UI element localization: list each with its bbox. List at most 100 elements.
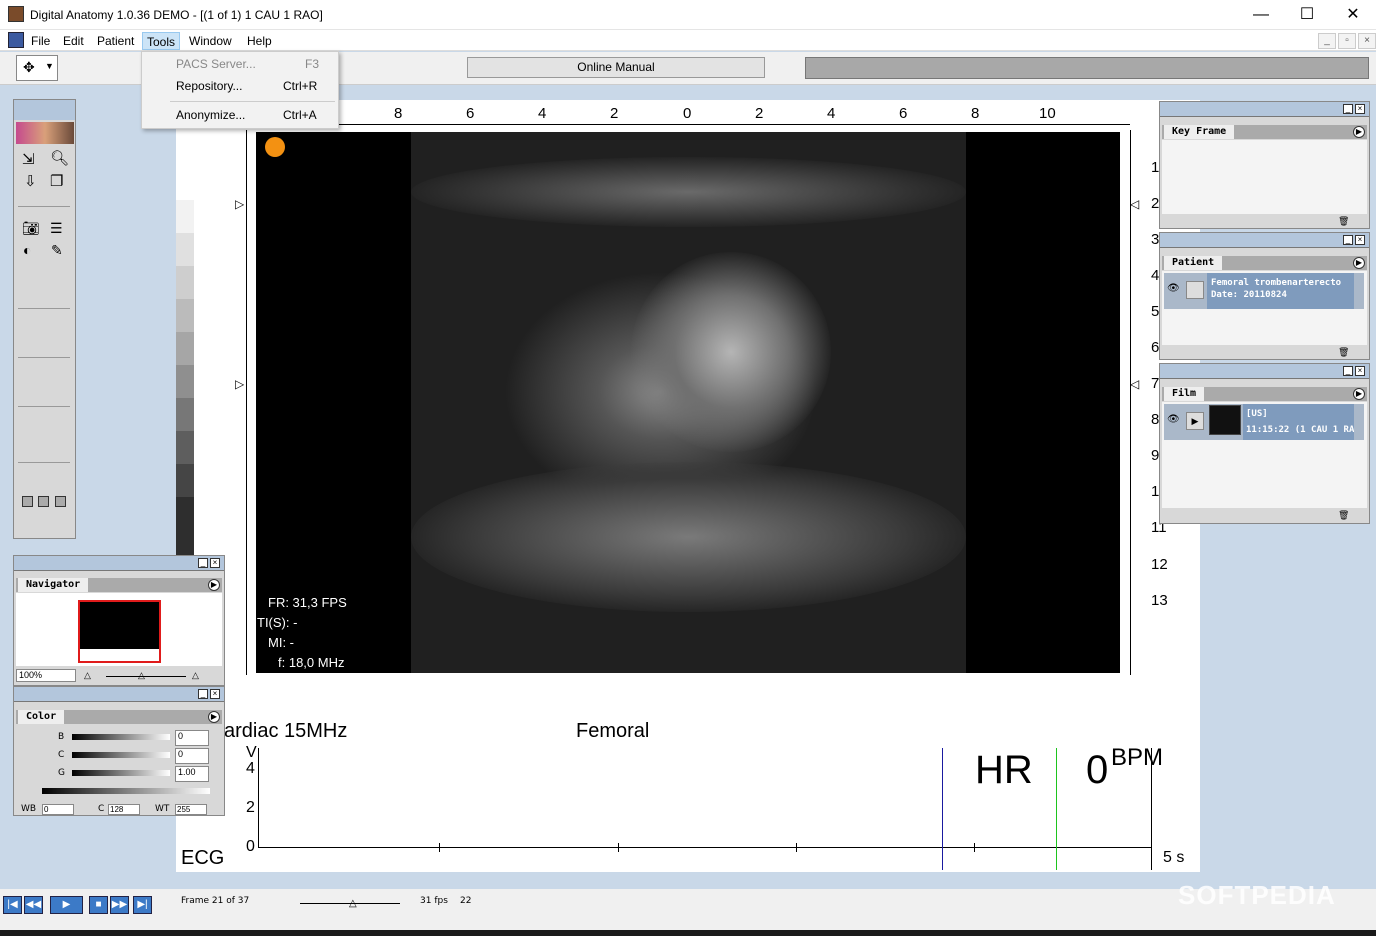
hr-value: 0 — [1086, 748, 1109, 792]
zoom-in-icon[interactable]: △ — [192, 670, 199, 681]
ecg-cursor-green[interactable] — [1056, 748, 1057, 870]
first-frame-button[interactable]: |◀ — [3, 896, 22, 914]
close-button[interactable]: ✕ — [1330, 0, 1376, 30]
copy-icon[interactable]: ❐ — [50, 172, 63, 190]
brightness-input[interactable]: 0 — [175, 730, 209, 746]
speed-thumb[interactable]: △ — [349, 898, 357, 909]
contrast-icon[interactable]: ◐ — [23, 242, 31, 258]
panel-menu-icon[interactable]: ▶ — [1353, 257, 1365, 269]
panel-close-button[interactable]: × — [1355, 235, 1365, 245]
menu-help[interactable]: Help — [243, 32, 276, 50]
tab-navigator[interactable]: Navigator — [18, 578, 89, 592]
shortcut-anonymize: Ctrl+A — [283, 108, 317, 122]
ecg-cursor-blue[interactable] — [942, 748, 943, 870]
down-arrow-icon[interactable]: ⇩ — [24, 172, 37, 190]
zoom-icon[interactable]: 🔍︎ — [50, 149, 69, 167]
left-marker-icon: ▷ — [235, 377, 245, 391]
key-frame-list[interactable] — [1162, 140, 1367, 214]
mdi-close-button[interactable]: × — [1358, 33, 1376, 49]
panel-minimize-button[interactable]: _ — [1343, 366, 1353, 376]
film-thumbnail[interactable] — [1209, 405, 1241, 435]
panel-close-button[interactable]: × — [1355, 104, 1365, 114]
last-frame-button[interactable]: ▶| — [133, 896, 152, 914]
trash-icon[interactable]: 🗑︎ — [1338, 347, 1349, 358]
layout-3-icon[interactable] — [55, 496, 66, 507]
menu-tools[interactable]: Tools — [142, 32, 181, 50]
panel-minimize-button[interactable]: _ — [198, 558, 208, 568]
zoom-input[interactable]: 100% — [16, 669, 76, 682]
fast-forward-button[interactable]: ▶▶ — [110, 896, 129, 914]
online-manual-button[interactable]: Online Manual — [467, 57, 765, 78]
eye-icon[interactable]: 👁︎ — [1167, 283, 1180, 294]
left-marker-icon: ▷ — [235, 197, 245, 211]
trash-icon[interactable]: 🗑︎ — [1338, 510, 1349, 521]
center-input[interactable]: 128 — [108, 804, 140, 815]
document-icon[interactable] — [8, 32, 24, 48]
panel-menu-icon[interactable]: ▶ — [1353, 388, 1365, 400]
mdi-restore-button[interactable]: ▫ — [1338, 33, 1356, 49]
layout-1-icon[interactable] — [22, 496, 33, 507]
panel-minimize-button[interactable]: _ — [198, 689, 208, 699]
menu-item-pacs-server[interactable]: PACS Server... — [176, 57, 256, 71]
menu-file[interactable]: File — [27, 32, 54, 50]
eye-icon[interactable]: 👁︎ — [1167, 414, 1180, 425]
maximize-button[interactable]: ☐ — [1284, 0, 1330, 30]
film-info[interactable]: [US] 11:15:22 (1 CAU 1 RA — [1243, 404, 1354, 440]
ruler-label: 6 — [899, 105, 908, 122]
menu-edit[interactable]: Edit — [59, 32, 88, 50]
contrast-input[interactable]: 0 — [175, 748, 209, 764]
menu-item-repository[interactable]: Repository... — [176, 79, 242, 93]
tab-film[interactable]: Film — [1164, 387, 1205, 401]
notes-icon[interactable]: ☰ — [50, 220, 63, 237]
zoom-out-icon[interactable]: △ — [84, 670, 91, 681]
tab-color[interactable]: Color — [18, 710, 65, 724]
panel-close-button[interactable]: × — [210, 558, 220, 568]
gamma-input[interactable]: 1.00 — [175, 766, 209, 782]
tab-patient[interactable]: Patient — [1164, 256, 1223, 270]
wt-input[interactable]: 255 — [175, 804, 207, 815]
app-icon[interactable] — [8, 6, 24, 22]
camera-icon[interactable]: 📷︎ — [22, 220, 40, 237]
select-arrow-icon[interactable]: ⇲ — [22, 150, 35, 168]
patient-checkbox[interactable] — [1186, 281, 1204, 299]
brightness-slider[interactable] — [72, 734, 170, 740]
menu-window[interactable]: Window — [185, 32, 236, 50]
hr-label: HR — [975, 748, 1033, 792]
right-ruler-line — [1130, 130, 1131, 675]
navigator-thumbnail[interactable] — [78, 600, 161, 663]
window-level-slider[interactable] — [42, 788, 210, 794]
patient-info[interactable]: Femoral trombenarterecto Date: 20110824 — [1207, 273, 1354, 309]
panel-close-button[interactable]: × — [210, 689, 220, 699]
menu-patient[interactable]: Patient — [93, 32, 138, 50]
gamma-slider[interactable] — [72, 770, 170, 776]
zoom-thumb[interactable]: △ — [138, 670, 145, 681]
gamma-label: G — [58, 768, 65, 778]
mdi-minimize-button[interactable]: _ — [1318, 33, 1336, 49]
wb-input[interactable]: 0 — [42, 804, 74, 815]
wb-label: WB — [21, 804, 37, 814]
gray-swatch — [176, 266, 194, 299]
menu-item-anonymize[interactable]: Anonymize... — [176, 108, 245, 122]
eyedropper-icon[interactable]: ✎ — [51, 242, 63, 259]
gray-swatch — [176, 464, 194, 497]
contrast-slider[interactable] — [72, 752, 170, 758]
zoom-slider[interactable] — [106, 676, 186, 677]
trash-icon[interactable]: 🗑︎ — [1338, 216, 1349, 227]
panel-minimize-button[interactable]: _ — [1343, 104, 1353, 114]
panel-menu-icon[interactable]: ▶ — [208, 579, 220, 591]
tools-palette: ⇲ 🔍︎ ⇩ ❐ 📷︎ ☰ ◐ ✎ — [13, 99, 76, 539]
play-icon[interactable]: ▶ — [1186, 412, 1204, 430]
panel-close-button[interactable]: × — [1355, 366, 1365, 376]
rewind-button[interactable]: ◀◀ — [24, 896, 43, 914]
panel-menu-icon[interactable]: ▶ — [1353, 126, 1365, 138]
panel-menu-icon[interactable]: ▶ — [208, 711, 220, 723]
tab-key-frame[interactable]: Key Frame — [1164, 125, 1235, 139]
minimize-button[interactable]: — — [1238, 0, 1284, 30]
pointer-tool-dropdown[interactable]: ✥ ▼ — [16, 55, 58, 81]
stop-button[interactable]: ■ — [89, 896, 108, 914]
layout-2-icon[interactable] — [38, 496, 49, 507]
panel-header — [14, 687, 224, 702]
play-button[interactable]: ▶ — [50, 896, 83, 914]
panel-minimize-button[interactable]: _ — [1343, 235, 1353, 245]
ultrasound-image[interactable] — [256, 132, 1120, 673]
